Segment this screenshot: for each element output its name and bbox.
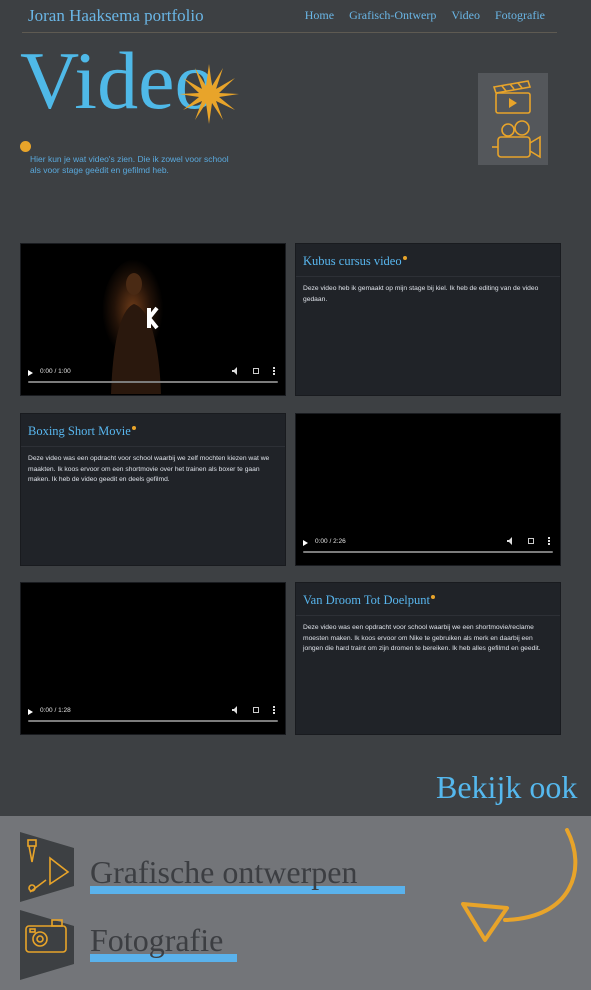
video-player-boxing[interactable]: 0:00 / 2:26 <box>295 413 561 566</box>
video-controls: 0:00 / 2:26 <box>296 533 560 555</box>
see-also-heading: Bekijk ook <box>436 769 578 805</box>
fullscreen-icon[interactable] <box>528 538 534 544</box>
nav-menu: Home Grafisch-Ontwerp Video Fotografie <box>305 8 545 23</box>
play-icon[interactable] <box>303 540 308 546</box>
fullscreen-icon[interactable] <box>253 707 259 713</box>
progress-track[interactable] <box>28 720 278 722</box>
more-options-icon[interactable] <box>273 706 275 714</box>
top-navigation: Joran Haaksema portfolio Home Grafisch-O… <box>22 0 557 33</box>
video-player-nike[interactable]: 0:00 / 1:28 <box>20 582 286 735</box>
pen-tool-icon <box>20 832 74 902</box>
volume-icon[interactable] <box>507 537 515 545</box>
volume-icon[interactable] <box>232 706 240 714</box>
video-time: 0:00 / 2:26 <box>315 538 346 545</box>
link-label[interactable]: Grafische ontwerpen <box>90 854 357 891</box>
sunburst-icon <box>179 64 239 124</box>
video-description: Deze video was een opdracht voor school … <box>303 624 541 653</box>
link-grafische-ontwerpen[interactable]: Grafische ontwerpen <box>20 832 405 902</box>
volume-icon[interactable] <box>232 367 240 375</box>
video-time: 0:00 / 1:28 <box>40 707 71 714</box>
camera-icon <box>20 910 74 980</box>
site-brand[interactable]: Joran Haaksema portfolio <box>28 6 204 26</box>
nav-home[interactable]: Home <box>305 8 334 23</box>
video-description: Deze video was een opdracht voor school … <box>28 455 270 484</box>
nav-fotografie[interactable]: Fotografie <box>495 8 545 23</box>
video-card-kubus: Kubus cursus video Deze video heb ik gem… <box>295 243 561 396</box>
video-description: Deze video heb ik gemaakt op mijn stage … <box>303 285 539 303</box>
fullscreen-icon[interactable] <box>253 368 259 374</box>
video-card-boxing: Boxing Short Movie Deze video was een op… <box>20 413 286 566</box>
curved-arrow-icon <box>461 828 578 942</box>
progress-track[interactable] <box>28 381 278 383</box>
more-options-icon[interactable] <box>273 367 275 375</box>
video-camera-icon <box>492 80 541 159</box>
progress-track[interactable] <box>303 551 553 553</box>
video-title: Boxing Short Movie <box>28 424 136 439</box>
video-time: 0:00 / 1:00 <box>40 368 71 375</box>
link-label[interactable]: Fotografie <box>90 922 223 959</box>
accent-dot <box>20 141 31 152</box>
nav-grafisch-ontwerp[interactable]: Grafisch-Ontwerp <box>349 8 436 23</box>
video-player-kubus[interactable]: 0:00 / 1:00 <box>20 243 286 396</box>
video-controls: 0:00 / 1:28 <box>21 702 285 724</box>
video-controls: 0:00 / 1:00 <box>21 363 285 385</box>
more-options-icon[interactable] <box>548 537 550 545</box>
media-icon-tile <box>478 73 548 165</box>
video-card-nike: Van Droom Tot Doelpunt Deze video was ee… <box>295 582 561 735</box>
play-icon[interactable] <box>28 709 33 715</box>
nav-video[interactable]: Video <box>451 8 480 23</box>
page-description: Hier kun je wat video's zien. Die ik zow… <box>30 154 229 176</box>
play-icon[interactable] <box>28 370 33 376</box>
video-title: Kubus cursus video <box>303 254 407 269</box>
link-fotografie[interactable]: Fotografie <box>20 910 237 980</box>
video-title: Van Droom Tot Doelpunt <box>303 593 436 608</box>
